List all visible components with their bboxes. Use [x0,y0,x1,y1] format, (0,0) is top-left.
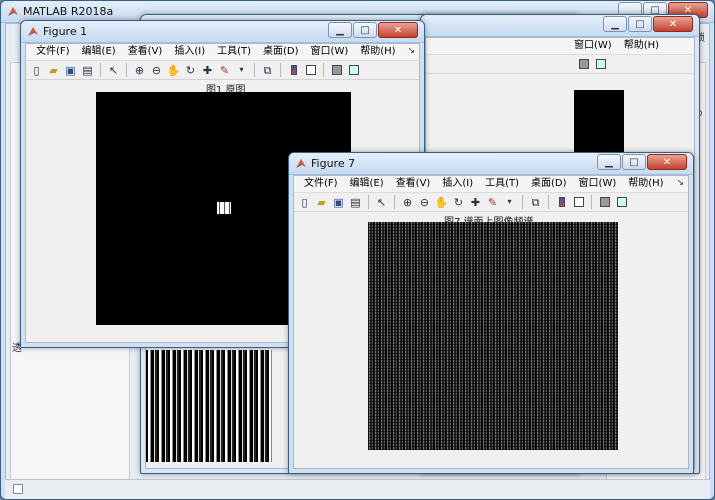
link-plot-icon[interactable]: ⧉ [528,195,543,210]
edit-plot-arrow-icon[interactable]: ↖ [106,63,121,78]
menu-file[interactable]: 文件(F) [298,176,344,192]
show-plot-tools-icon[interactable] [593,57,608,72]
rotate-3d-icon[interactable]: ↻ [183,63,198,78]
figure-7-title: Figure 7 [311,157,356,170]
show-plot-tools-icon[interactable] [346,63,361,78]
menubar-dock-arrow-icon[interactable]: ↘ [407,46,415,56]
figure-7-window[interactable]: Figure 7 ▁ □ ✕ 文件(F) 编辑(E) 查看(V) 插入(I) 工… [288,152,694,474]
menu-window[interactable]: 窗口(W) [568,38,618,54]
maximize-button[interactable]: □ [353,22,377,38]
menu-help[interactable]: 帮助(H) [622,176,669,192]
menu-tools[interactable]: 工具(T) [211,44,257,60]
legend-icon[interactable] [303,63,318,78]
toolbar-separator [126,63,127,77]
toolbar-separator [323,63,324,77]
zoom-in-icon[interactable]: ⊕ [400,195,415,210]
matlab-status-bar [5,479,710,499]
minimize-button[interactable]: ▁ [597,154,621,170]
colorbar-icon[interactable] [554,195,569,210]
figure-1-title: Figure 1 [43,25,88,38]
toolbar-separator [591,195,592,209]
stripe-image-lower [146,350,272,462]
open-file-icon[interactable]: ▰ [314,195,329,210]
minimize-button[interactable]: ▁ [328,22,352,38]
print-icon[interactable]: ▤ [80,63,95,78]
menu-view[interactable]: 查看(V) [122,44,169,60]
figure-7-menubar: 文件(F) 编辑(E) 查看(V) 插入(I) 工具(T) 桌面(D) 窗口(W… [294,176,688,193]
brush-icon[interactable]: ✎ [485,195,500,210]
figure-7-spectrum-image[interactable] [368,222,618,450]
menu-window[interactable]: 窗口(W) [573,176,623,192]
menu-edit[interactable]: 编辑(E) [344,176,390,192]
print-icon[interactable]: ▤ [348,195,363,210]
minimize-button[interactable]: ▁ [603,16,627,32]
open-file-icon[interactable]: ▰ [46,63,61,78]
toolbar-separator [548,195,549,209]
brush-dropdown-icon[interactable]: ▾ [502,195,517,210]
zoom-out-icon[interactable]: ⊖ [149,63,164,78]
toolbar-separator [280,63,281,77]
pan-hand-icon[interactable]: ✋ [166,63,181,78]
brush-icon[interactable]: ✎ [217,63,232,78]
close-button[interactable]: ✕ [378,22,418,38]
toolbar-separator [522,195,523,209]
hide-plot-tools-icon[interactable] [576,57,591,72]
toolbar-separator [368,195,369,209]
menubar-dock-arrow-icon[interactable]: ↘ [676,178,684,188]
menu-edit[interactable]: 编辑(E) [76,44,122,60]
menu-tools[interactable]: 工具(T) [479,176,525,192]
data-cursor-icon[interactable]: ✚ [200,63,215,78]
figure-1-toolbar: ▯ ▰ ▣ ▤ ↖ ⊕ ⊖ ✋ ↻ ✚ ✎ ▾ ⧉ [26,61,419,80]
rotate-3d-icon[interactable]: ↻ [451,195,466,210]
colorbar-icon[interactable] [286,63,301,78]
show-plot-tools-icon[interactable] [614,195,629,210]
zoom-in-icon[interactable]: ⊕ [132,63,147,78]
figure-7-title-bar[interactable]: Figure 7 ▁ □ ✕ [289,153,693,175]
zoom-out-icon[interactable]: ⊖ [417,195,432,210]
menu-desktop[interactable]: 桌面(D) [525,176,573,192]
maximize-button[interactable]: □ [622,154,646,170]
matlab-logo-icon [295,158,307,170]
pan-hand-icon[interactable]: ✋ [434,195,449,210]
maximize-button[interactable]: □ [628,16,652,32]
hide-plot-tools-icon[interactable] [597,195,612,210]
figure-1-title-bar[interactable]: Figure 1 ▁ □ ✕ [21,21,424,43]
new-figure-icon[interactable]: ▯ [29,63,44,78]
link-plot-icon[interactable]: ⧉ [260,63,275,78]
figure-7-client: 文件(F) 编辑(E) 查看(V) 插入(I) 工具(T) 桌面(D) 窗口(W… [293,175,689,469]
toolbar-separator [254,63,255,77]
menu-help[interactable]: 帮助(H) [618,38,665,54]
menu-help[interactable]: 帮助(H) [354,44,401,60]
close-button[interactable]: ✕ [653,16,693,32]
brush-dropdown-icon[interactable]: ▾ [234,63,249,78]
center-rectangle [217,202,231,214]
save-icon[interactable]: ▣ [63,63,78,78]
new-figure-icon[interactable]: ▯ [297,195,312,210]
matlab-window-title: MATLAB R2018a [23,5,114,18]
menu-file[interactable]: 文件(F) [30,44,76,60]
matlab-logo-icon [7,6,19,18]
figure-7-toolbar: ▯ ▰ ▣ ▤ ↖ ⊕ ⊖ ✋ ↻ ✚ ✎ ▾ ⧉ [294,193,688,212]
toolbar-separator [394,195,395,209]
hide-plot-tools-icon[interactable] [329,63,344,78]
edit-plot-arrow-icon[interactable]: ↖ [374,195,389,210]
status-icon [13,484,23,494]
close-button[interactable]: ✕ [647,154,687,170]
menu-insert[interactable]: 插入(I) [168,44,211,60]
legend-icon[interactable] [571,195,586,210]
menu-view[interactable]: 查看(V) [390,176,437,192]
toolbar-separator [100,63,101,77]
save-icon[interactable]: ▣ [331,195,346,210]
menu-desktop[interactable]: 桌面(D) [257,44,305,60]
matlab-logo-icon [27,26,39,38]
menu-insert[interactable]: 插入(I) [436,176,479,192]
data-cursor-icon[interactable]: ✚ [468,195,483,210]
menu-window[interactable]: 窗口(W) [305,44,355,60]
figure-1-menubar: 文件(F) 编辑(E) 查看(V) 插入(I) 工具(T) 桌面(D) 窗口(W… [26,44,419,61]
